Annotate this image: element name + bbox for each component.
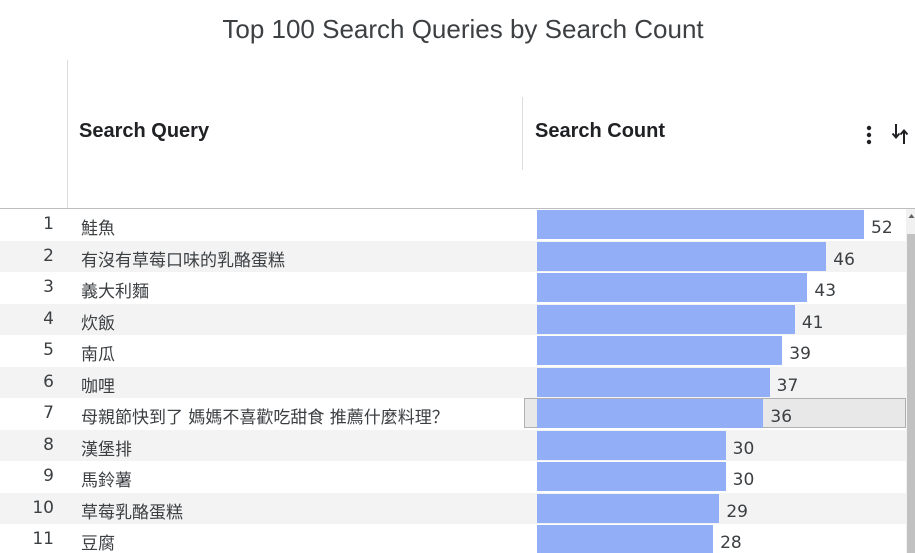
table-row[interactable]: 5 南瓜 39 bbox=[0, 335, 906, 367]
search-count-bar bbox=[537, 210, 864, 239]
count-column-divider[interactable] bbox=[522, 97, 523, 170]
search-count-value: 28 bbox=[720, 533, 742, 553]
table-row[interactable]: 2 有沒有草莓口味的乳酪蛋糕 46 bbox=[0, 240, 906, 272]
row-index: 8 bbox=[43, 434, 54, 455]
row-index: 6 bbox=[43, 371, 54, 392]
row-index: 1 bbox=[43, 214, 54, 234]
search-count-bar bbox=[537, 273, 808, 302]
row-index: 10 bbox=[32, 497, 54, 518]
search-query-cell: 有沒有草莓口味的乳酪蛋糕 bbox=[81, 250, 285, 271]
search-query-cell: 草莓乳酪蛋糕 bbox=[81, 502, 183, 523]
search-query-cell: 炊飯 bbox=[81, 313, 115, 334]
search-count-bar bbox=[537, 430, 726, 460]
search-count-value: 30 bbox=[732, 438, 755, 459]
search-count-bar bbox=[537, 525, 714, 553]
table-row[interactable]: 9 馬鈴薯 30 bbox=[0, 461, 906, 493]
search-count-value: 37 bbox=[776, 375, 799, 396]
search-count-value: 30 bbox=[732, 470, 755, 490]
index-column-divider bbox=[67, 60, 68, 208]
table-row[interactable]: 1 鮭魚 52 bbox=[0, 209, 906, 241]
kebab-menu-icon[interactable] bbox=[864, 124, 874, 146]
search-count-bar bbox=[537, 336, 783, 365]
row-index: 2 bbox=[43, 245, 54, 266]
row-index: 4 bbox=[43, 308, 54, 329]
row-index: 5 bbox=[43, 340, 54, 360]
search-query-cell: 母親節快到了 媽媽不喜歡吃甜食 推薦什麼料理？ bbox=[81, 408, 449, 428]
table-row[interactable]: 7 母親節快到了 媽媽不喜歡吃甜食 推薦什麼料理？ 36 bbox=[0, 398, 906, 430]
chart-title: Top 100 Search Queries by Search Count bbox=[222, 14, 704, 44]
search-query-cell: 義大利麵 bbox=[81, 282, 149, 302]
row-index: 11 bbox=[32, 529, 54, 549]
scrollbar-thumb[interactable] bbox=[907, 234, 915, 553]
search-query-cell: 咖哩 bbox=[81, 376, 115, 397]
table-row[interactable]: 4 炊飯 41 bbox=[0, 303, 906, 335]
search-count-bar bbox=[537, 493, 720, 523]
table-row[interactable]: 10 草莓乳酪蛋糕 29 bbox=[0, 492, 906, 524]
table-row[interactable]: 8 漢堡排 30 bbox=[0, 429, 906, 461]
search-count-bar bbox=[537, 367, 770, 397]
table-row[interactable]: 6 咖哩 37 bbox=[0, 366, 906, 398]
search-query-cell: 漢堡排 bbox=[81, 439, 132, 460]
column-header-search-count[interactable]: Search Count bbox=[535, 120, 665, 143]
search-count-bar bbox=[537, 462, 726, 491]
search-query-cell: 豆腐 bbox=[81, 534, 115, 553]
search-count-value: 41 bbox=[801, 312, 824, 333]
table-row[interactable]: 3 義大利麵 43 bbox=[0, 272, 906, 304]
search-query-cell: 鮭魚 bbox=[81, 219, 115, 239]
column-header-search-query[interactable]: Search Query bbox=[79, 120, 209, 143]
search-count-bar bbox=[537, 304, 795, 334]
search-count-bar bbox=[537, 241, 827, 271]
search-count-value: 46 bbox=[833, 249, 855, 270]
search-count-value: 39 bbox=[789, 344, 811, 364]
scroll-up-arrow-icon[interactable] bbox=[908, 212, 915, 220]
report-page: Top 100 Search Queries by Search Count S… bbox=[0, 0, 915, 553]
table-body: 1 鮭魚 52 2 有沒有草莓口味的乳酪蛋糕 46 3 義大利麵 43 4 炊飯 41 5 南瓜 39 6 咖哩… bbox=[0, 209, 915, 553]
search-count-value: 52 bbox=[871, 218, 893, 238]
table-row[interactable]: 11 豆腐 28 bbox=[0, 524, 906, 553]
search-count-bar bbox=[537, 399, 764, 428]
search-query-cell: 南瓜 bbox=[81, 345, 115, 365]
row-index: 7 bbox=[43, 403, 54, 423]
search-query-cell: 馬鈴薯 bbox=[81, 471, 132, 491]
search-count-value: 43 bbox=[814, 281, 837, 301]
row-index: 3 bbox=[43, 277, 54, 297]
row-index: 9 bbox=[43, 466, 54, 486]
sort-arrows-icon[interactable] bbox=[890, 122, 910, 146]
search-count-value: 36 bbox=[770, 407, 793, 427]
search-count-value: 29 bbox=[726, 501, 748, 522]
